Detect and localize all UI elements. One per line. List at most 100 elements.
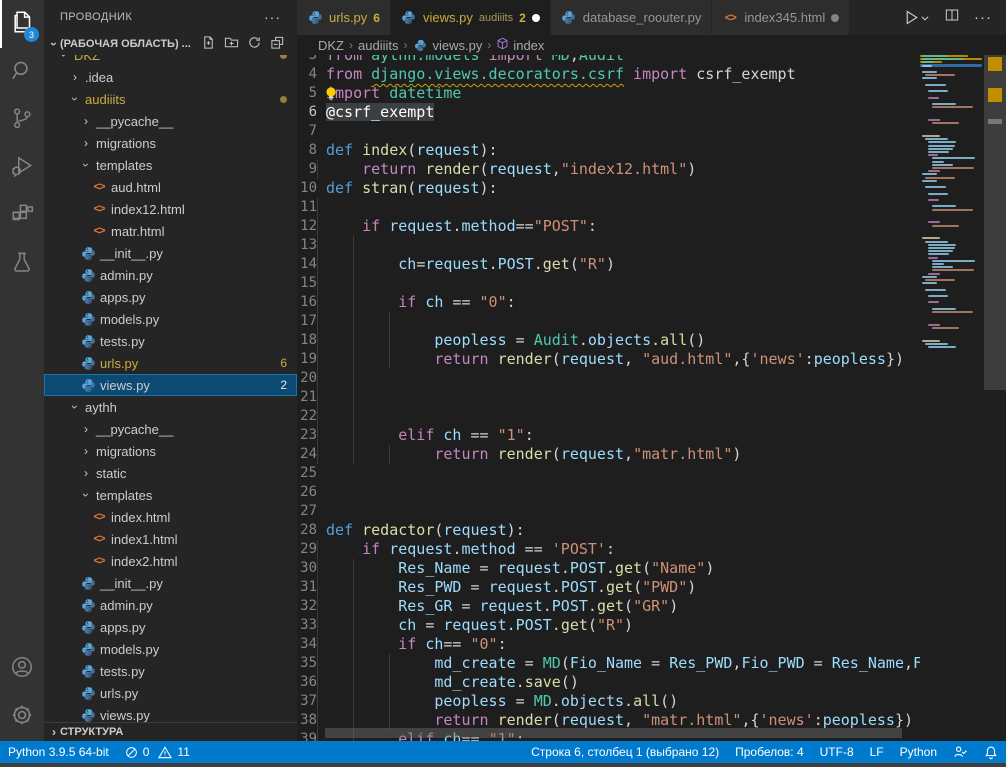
settings-button[interactable]	[0, 693, 44, 741]
tree-row-templates[interactable]: ›templates	[44, 154, 297, 176]
encoding-status[interactable]: UTF-8	[812, 741, 862, 763]
workspace-section-header[interactable]: › (РАБОЧАЯ ОБЛАСТЬ) ...	[44, 33, 297, 55]
problems-status[interactable]: 0 11	[117, 741, 198, 763]
tree-row--init-py[interactable]: __init__.py	[44, 242, 297, 264]
new-folder-icon[interactable]	[224, 35, 239, 53]
language-mode-status[interactable]: Python	[892, 741, 945, 763]
code-line-29[interactable]: 29 if request.method == 'POST':	[297, 540, 920, 559]
extensions-activity-button[interactable]	[0, 192, 44, 240]
tree-row-index-html[interactable]: <>index.html	[44, 506, 297, 528]
tree-row--pycache-[interactable]: ›__pycache__	[44, 418, 297, 440]
code-line-36[interactable]: 36 md_create.save()	[297, 673, 920, 692]
tree-row-urls-py[interactable]: urls.py6	[44, 352, 297, 374]
run-debug-activity-button[interactable]	[0, 144, 44, 192]
tab-urls-py[interactable]: urls.py 6	[297, 0, 391, 35]
code-line-9[interactable]: 9 return render(request,"index12.html")	[297, 160, 920, 179]
code-line-13[interactable]: 13	[297, 236, 920, 255]
code-line-15[interactable]: 15	[297, 274, 920, 293]
code-line-26[interactable]: 26	[297, 483, 920, 502]
code-line-25[interactable]: 25	[297, 464, 920, 483]
tree-row-audiiits[interactable]: ›audiiits	[44, 88, 297, 110]
explorer-activity-button[interactable]: 3	[0, 0, 44, 48]
feedback-icon[interactable]	[945, 741, 976, 763]
lightbulb-quickfix-icon[interactable]	[324, 86, 338, 106]
code-line-8[interactable]: 8def index(request):	[297, 141, 920, 160]
code-line-6[interactable]: 6@csrf_exempt	[297, 103, 920, 122]
run-button[interactable]	[903, 9, 930, 26]
tree-row-apps-py[interactable]: apps.py	[44, 286, 297, 308]
code-line-11[interactable]: 11	[297, 198, 920, 217]
breadcrumb-file[interactable]: views.py	[412, 37, 482, 53]
tree-row-models-py[interactable]: models.py	[44, 638, 297, 660]
more-actions-icon[interactable]: ···	[974, 9, 992, 26]
notifications-bell-icon[interactable]	[976, 741, 1006, 763]
code-line-32[interactable]: 32 Res_GR = request.POST.get("GR")	[297, 597, 920, 616]
account-button[interactable]	[0, 645, 44, 693]
tree-row-views-py[interactable]: views.py2	[44, 374, 297, 396]
split-editor-icon[interactable]	[944, 7, 960, 28]
code-line-12[interactable]: 12 if request.method=="POST":	[297, 217, 920, 236]
tree-row-admin-py[interactable]: admin.py	[44, 264, 297, 286]
tree-row-matr-html[interactable]: <>matr.html	[44, 220, 297, 242]
code-line-23[interactable]: 23 elif ch == "1":	[297, 426, 920, 445]
unsaved-dot-icon[interactable]	[532, 14, 540, 22]
code-line-33[interactable]: 33 ch = request.POST.get("R")	[297, 616, 920, 635]
code-line-35[interactable]: 35 md_create = MD(Fio_Name = Res_PWD,Fio…	[297, 654, 920, 673]
tree-row-migrations[interactable]: ›migrations	[44, 440, 297, 462]
tab-database-roouter-py[interactable]: database_roouter.py	[551, 0, 713, 35]
tree-row-models-py[interactable]: models.py	[44, 308, 297, 330]
tab-views-py[interactable]: views.py audiiits 2	[391, 0, 551, 35]
tree-row-apps-py[interactable]: apps.py	[44, 616, 297, 638]
code-line-34[interactable]: 34 if ch== "0":	[297, 635, 920, 654]
horizontal-scrollbar[interactable]	[325, 728, 902, 738]
refresh-icon[interactable]	[247, 35, 262, 53]
code-line-37[interactable]: 37 peopless = MD.objects.all()	[297, 692, 920, 711]
code-line-31[interactable]: 31 Res_PWD = request.POST.get("PWD")	[297, 578, 920, 597]
code-line-21[interactable]: 21	[297, 388, 920, 407]
tree-row-urls-py[interactable]: urls.py	[44, 682, 297, 704]
eol-status[interactable]: LF	[862, 741, 892, 763]
code-line-30[interactable]: 30 Res_Name = request.POST.get("Name")	[297, 559, 920, 578]
code-line-4[interactable]: 4from django.views.decorators.csrf impor…	[297, 65, 920, 84]
python-interpreter-status[interactable]: Python 3.9.5 64-bit	[0, 741, 117, 763]
tree-row-tests-py[interactable]: tests.py	[44, 660, 297, 682]
unsaved-dot-icon[interactable]	[831, 14, 839, 22]
tree-row-migrations[interactable]: ›migrations	[44, 132, 297, 154]
source-control-activity-button[interactable]	[0, 96, 44, 144]
code-line-28[interactable]: 28def redactor(request):	[297, 521, 920, 540]
tree-row-aud-html[interactable]: <>aud.html	[44, 176, 297, 198]
tree-row-index12-html[interactable]: <>index12.html	[44, 198, 297, 220]
code-line-5[interactable]: 5import datetime	[297, 84, 920, 103]
code-line-24[interactable]: 24 return render(request,"matr.html")	[297, 445, 920, 464]
code-line-20[interactable]: 20	[297, 369, 920, 388]
testing-activity-button[interactable]	[0, 240, 44, 288]
vertical-scrollbar[interactable]	[984, 55, 1006, 390]
explorer-more-actions-icon[interactable]: ···	[264, 9, 281, 25]
code-line-22[interactable]: 22	[297, 407, 920, 426]
breadcrumb-folder[interactable]: audiiits	[358, 38, 398, 53]
tree-row-tests-py[interactable]: tests.py	[44, 330, 297, 352]
code-line-16[interactable]: 16 if ch == "0":	[297, 293, 920, 312]
code-line-17[interactable]: 17	[297, 312, 920, 331]
indentation-status[interactable]: Пробелов: 4	[727, 741, 812, 763]
code-line-14[interactable]: 14 ch=request.POST.get("R")	[297, 255, 920, 274]
tree-row-views-py[interactable]: views.py	[44, 704, 297, 722]
code-line-7[interactable]: 7	[297, 122, 920, 141]
code-editor[interactable]: 3from aythh.models import MD,Audit4from …	[297, 55, 1006, 741]
tree-row--idea[interactable]: ›.idea	[44, 66, 297, 88]
tree-row--pycache-[interactable]: ›__pycache__	[44, 110, 297, 132]
cursor-position-status[interactable]: Строка 6, столбец 1 (выбрано 12)	[523, 741, 727, 763]
collapse-all-icon[interactable]	[270, 35, 285, 53]
tree-row-index2-html[interactable]: <>index2.html	[44, 550, 297, 572]
tree-row-admin-py[interactable]: admin.py	[44, 594, 297, 616]
new-file-icon[interactable]	[201, 35, 216, 53]
tree-row--init-py[interactable]: __init__.py	[44, 572, 297, 594]
search-activity-button[interactable]	[0, 48, 44, 96]
outline-section-header[interactable]: › СТРУКТУРА	[44, 722, 297, 741]
code-line-3[interactable]: 3from aythh.models import MD,Audit	[297, 55, 920, 65]
tree-row-aythh[interactable]: ›aythh	[44, 396, 297, 418]
breadcrumb-folder[interactable]: DKZ	[318, 38, 344, 53]
tree-row-templates[interactable]: ›templates	[44, 484, 297, 506]
breadcrumb-symbol[interactable]: index	[496, 37, 544, 53]
code-line-18[interactable]: 18 peopless = Audit.objects.all()	[297, 331, 920, 350]
